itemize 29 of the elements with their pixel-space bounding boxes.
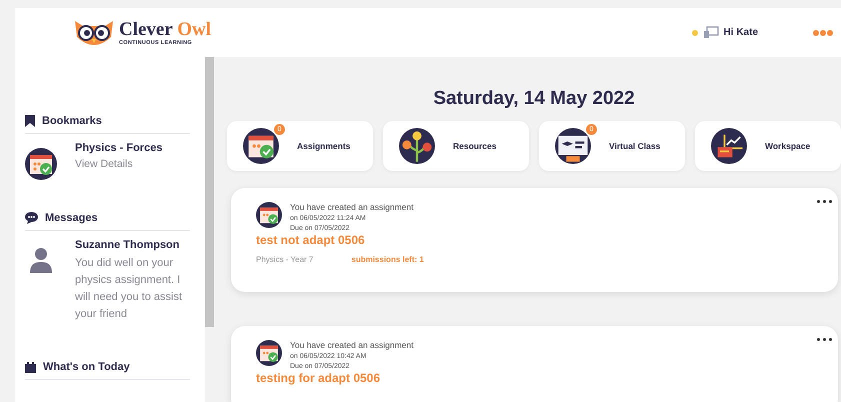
date-heading: Saturday, 14 May 2022 bbox=[432, 87, 636, 111]
more-options-icon[interactable] bbox=[817, 338, 832, 341]
more-options-icon[interactable] bbox=[817, 200, 832, 203]
bookmark-icon bbox=[25, 115, 35, 127]
calendar-check-icon bbox=[256, 202, 282, 228]
message-text: You did well on your physics assignment. I will need you to assist your friend bbox=[75, 256, 183, 322]
message-sender: Suzanne Thompson bbox=[75, 239, 180, 251]
subject-label: Physics - Year 7 bbox=[256, 255, 314, 264]
activity-text: You have created an assignment bbox=[290, 340, 414, 350]
chart-screen-icon bbox=[711, 128, 747, 164]
category-tile[interactable]: Resources bbox=[383, 121, 529, 171]
category-tile[interactable]: Workspace bbox=[695, 121, 841, 171]
activity-text: You have created an assignment bbox=[290, 202, 414, 212]
scrollbar[interactable] bbox=[205, 57, 214, 327]
media-plant-icon bbox=[399, 128, 435, 164]
chat-bubble-icon bbox=[25, 212, 38, 224]
calendar-check-icon bbox=[256, 340, 282, 366]
section-title: Messages bbox=[45, 212, 98, 224]
graduation-board-icon bbox=[555, 128, 591, 164]
submissions-left: submissions left: 1 bbox=[351, 255, 424, 264]
calendar-check-icon bbox=[243, 128, 279, 164]
user-greeting[interactable]: Hi Kate bbox=[724, 27, 758, 38]
logo-wordmark: Clever Owl bbox=[119, 20, 211, 40]
calendar-icon bbox=[25, 362, 36, 372]
bookmark-title[interactable]: Physics - Forces bbox=[75, 142, 162, 154]
section-title: What's on Today bbox=[43, 361, 130, 373]
calendar-check-icon bbox=[25, 148, 57, 180]
section-title: Bookmarks bbox=[42, 115, 102, 127]
computer-icon bbox=[702, 26, 719, 39]
